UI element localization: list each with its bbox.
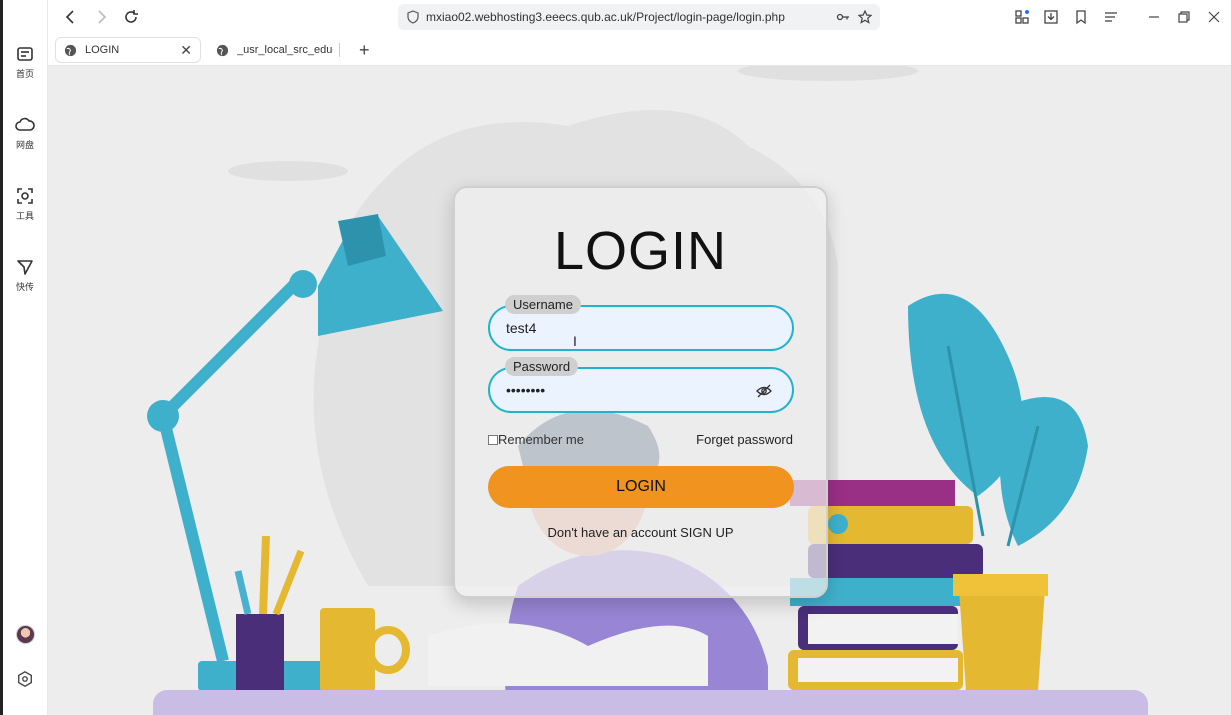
browser-toolbar: mxiao02.webhosting3.eeecs.qub.ac.uk/Proj… — [48, 0, 1231, 34]
new-tab-button[interactable]: + — [359, 41, 370, 59]
tab-strip: LOGIN ✕ _usr_local_src_education + — [48, 34, 1231, 66]
tab-separator — [339, 43, 340, 57]
tab-label: LOGIN — [85, 44, 120, 56]
key-icon[interactable] — [836, 10, 850, 24]
rail-label: 网盘 — [15, 141, 34, 151]
signup-link[interactable]: SIGN UP — [680, 525, 733, 540]
eye-off-icon[interactable] — [756, 383, 772, 399]
address-bar[interactable]: mxiao02.webhosting3.eeecs.qub.ac.uk/Proj… — [398, 4, 880, 30]
left-rail: 首页 网盘 工具 快传 — [0, 0, 48, 715]
tab-label: _usr_local_src_education — [237, 44, 333, 56]
cloud-icon — [15, 117, 35, 131]
remember-me[interactable]: Remember me — [488, 432, 584, 447]
shield-icon — [407, 10, 419, 24]
password-field[interactable]: Password •••••••• — [488, 357, 794, 413]
username-label: Username — [505, 295, 581, 314]
tab-login[interactable]: LOGIN ✕ — [55, 37, 201, 63]
tab-education[interactable]: _usr_local_src_education — [208, 37, 348, 63]
forward-icon[interactable] — [92, 8, 110, 26]
url-text[interactable]: mxiao02.webhosting3.eeecs.qub.ac.uk/Proj… — [426, 10, 836, 24]
username-value[interactable]: test4 — [506, 320, 536, 336]
extensions-icon[interactable] — [1014, 9, 1030, 25]
window-edge — [0, 0, 3, 715]
bookmark-icon[interactable] — [1073, 9, 1089, 25]
user-avatar[interactable] — [16, 625, 35, 644]
scan-icon — [17, 188, 33, 204]
rail-item-transfer[interactable]: 快传 — [6, 257, 44, 293]
remember-label: Remember me — [498, 432, 584, 447]
menu-icon[interactable] — [1103, 9, 1119, 25]
login-button[interactable]: LOGIN — [488, 466, 794, 508]
text-cursor-icon: I — [573, 333, 577, 349]
signup-prompt: Don't have an account SIGN UP — [455, 525, 826, 540]
globe-icon — [216, 44, 229, 56]
settings-icon[interactable] — [16, 670, 34, 688]
remember-checkbox[interactable] — [488, 434, 498, 445]
login-card: LOGIN Username test4 I Password ••••••••… — [453, 186, 828, 598]
rail-item-cloud[interactable]: 网盘 — [6, 115, 44, 151]
back-icon[interactable] — [62, 8, 80, 26]
login-title: LOGIN — [553, 221, 728, 281]
rail-label: 快传 — [15, 283, 34, 293]
minimize-icon[interactable] — [1146, 9, 1162, 25]
rail-item-tools[interactable]: 工具 — [6, 186, 44, 222]
rail-label: 首页 — [15, 70, 34, 80]
download-icon[interactable] — [1043, 9, 1059, 25]
username-field[interactable]: Username test4 — [488, 295, 794, 351]
rail-item-home[interactable]: 首页 — [6, 44, 44, 80]
star-icon[interactable] — [858, 10, 872, 24]
reload-icon[interactable] — [122, 8, 140, 26]
signup-prefix: Don't have an account — [547, 525, 677, 540]
restore-icon[interactable] — [1176, 9, 1192, 25]
password-label: Password — [505, 357, 579, 376]
close-tab-icon[interactable]: ✕ — [180, 42, 192, 59]
rail-label: 工具 — [15, 212, 34, 222]
password-value[interactable]: •••••••• — [506, 382, 545, 398]
forget-password-link[interactable]: Forget password — [696, 432, 793, 447]
home-icon — [17, 47, 33, 61]
page-content: LOGIN Username test4 I Password ••••••••… — [48, 66, 1231, 715]
send-icon — [17, 260, 33, 275]
close-window-icon[interactable] — [1206, 9, 1222, 25]
globe-icon — [64, 44, 77, 56]
